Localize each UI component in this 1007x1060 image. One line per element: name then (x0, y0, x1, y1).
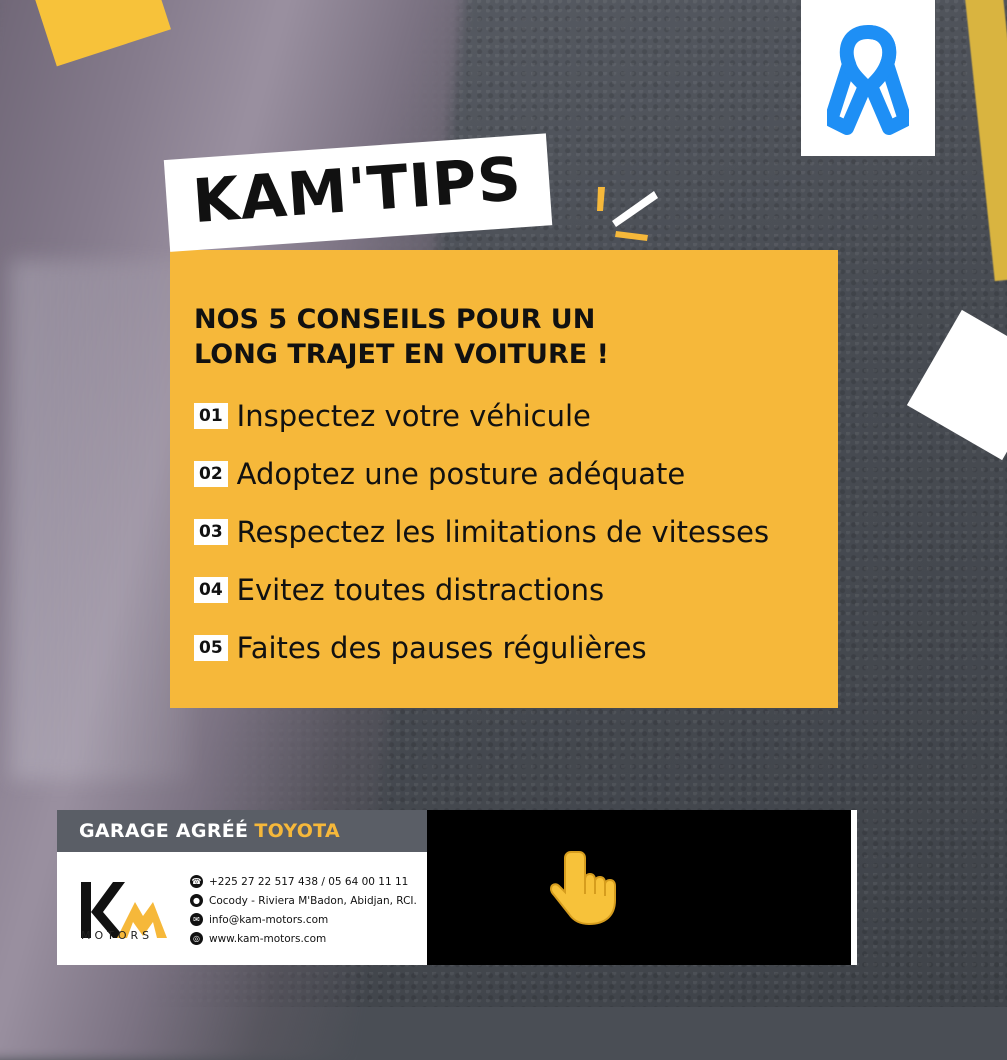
footer-contact-block: GARAGE AGRÉÉ TOYOTA MOTORS ☎ +225 27 22 … (57, 810, 427, 965)
tip-number: 03 (194, 519, 228, 545)
contact-address: ● Cocody - Riviera M'Badon, Abidjan, RCI… (190, 891, 417, 910)
km-logo (81, 882, 167, 938)
ribbon-card (801, 0, 935, 156)
garage-brand: TOYOTA (254, 820, 340, 842)
website-link[interactable]: www.kam-motors.com (209, 933, 326, 945)
contact-list: ☎ +225 27 22 517 438 / 05 64 00 11 11 ● … (190, 872, 417, 948)
tip-text: Evitez toutes distractions (236, 573, 605, 607)
tip-text: Respectez les limitations de vitesses (236, 515, 770, 549)
location-pin-icon: ● (190, 894, 203, 907)
phone-icon: ☎ (190, 875, 203, 888)
tips-heading-line-1: NOS 5 CONSEILS POUR UN (194, 304, 596, 335)
awareness-ribbon-icon (827, 25, 909, 135)
address-text: Cocody - Riviera M'Badon, Abidjan, RCI. (209, 894, 417, 907)
phone-number: +225 27 22 517 438 / 05 64 00 11 11 (209, 875, 409, 888)
pointing-hand-icon[interactable] (547, 848, 627, 928)
list-item: 04 Evitez toutes distractions (194, 571, 769, 609)
tip-number: 02 (194, 461, 228, 487)
contact-email: ✉ info@kam-motors.com (190, 910, 417, 929)
cta-edge (851, 810, 857, 965)
list-item: 02 Adoptez une posture adéquate (194, 455, 769, 493)
cta-panel (427, 810, 857, 965)
tip-text: Faites des pauses régulières (236, 631, 647, 665)
tip-text: Adoptez une posture adéquate (236, 457, 686, 491)
list-item: 05 Faites des pauses régulières (194, 629, 769, 667)
tip-text: Inspectez votre véhicule (236, 399, 591, 433)
contact-card: MOTORS ☎ +225 27 22 517 438 / 05 64 00 1… (57, 852, 427, 965)
globe-icon: ◎ (190, 932, 203, 945)
tip-number: 04 (194, 577, 228, 603)
contact-website: ◎ www.kam-motors.com (190, 929, 417, 948)
garage-label: GARAGE AGRÉÉ (79, 820, 249, 842)
burst-lines-icon (597, 187, 658, 241)
contact-phone: ☎ +225 27 22 517 438 / 05 64 00 11 11 (190, 872, 417, 891)
logo-subtext: MOTORS (81, 929, 154, 942)
email-icon: ✉ (190, 913, 203, 926)
list-item: 03 Respectez les limitations de vitesses (194, 513, 769, 551)
motion-blur-highlight (10, 260, 190, 780)
tips-list: 01 Inspectez votre véhicule 02 Adoptez u… (194, 397, 769, 687)
tips-heading: NOS 5 CONSEILS POUR UN LONG TRAJET EN VO… (194, 302, 609, 372)
page-title: KAM'TIPS (190, 144, 524, 238)
garage-banner: GARAGE AGRÉÉ TOYOTA (57, 810, 427, 852)
tips-heading-line-2: LONG TRAJET EN VOITURE ! (194, 339, 609, 370)
tips-panel: NOS 5 CONSEILS POUR UN LONG TRAJET EN VO… (170, 250, 838, 708)
tip-number: 05 (194, 635, 228, 661)
list-item: 01 Inspectez votre véhicule (194, 397, 769, 435)
tip-number: 01 (194, 403, 228, 429)
email-link[interactable]: info@kam-motors.com (209, 914, 328, 926)
